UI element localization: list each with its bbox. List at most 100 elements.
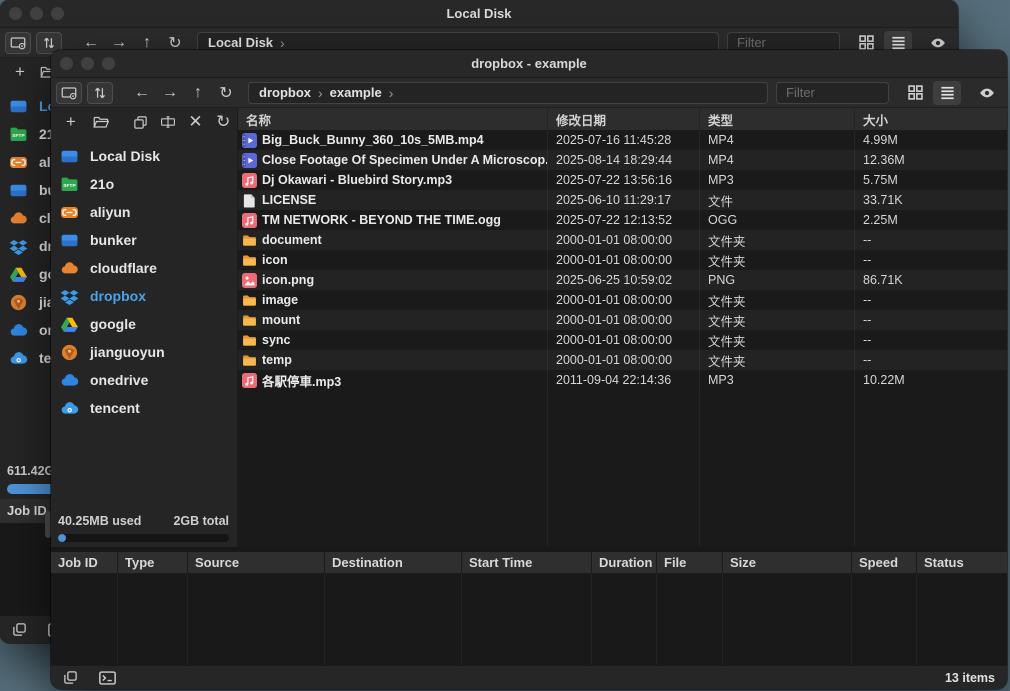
eye-icon	[978, 84, 996, 102]
file-modified-date: 2025-06-10 11:29:17	[548, 190, 700, 210]
job-column-header[interactable]: Type	[118, 552, 188, 573]
grid-view-button[interactable]	[901, 81, 929, 105]
sidebar-item-dropbox[interactable]: dropbox	[51, 282, 237, 310]
file-row[interactable]: Big_Buck_Bunny_360_10s_5MB.mp42025-07-16…	[238, 130, 1007, 150]
forward-button[interactable]: →	[156, 82, 184, 104]
sidebar: + ✕ ↻ Local DiskSFTP21oaliyunbunkercloud…	[51, 108, 238, 547]
onedrive-icon	[60, 371, 79, 390]
file-row[interactable]: Close Footage Of Specimen Under A Micros…	[238, 150, 1007, 170]
storage-info: 40.25MB used 2GB total	[51, 514, 237, 547]
file-row[interactable]: 各駅停車.mp32011-09-04 22:14:36MP310.22M	[238, 370, 1007, 390]
job-column-header[interactable]: Destination	[325, 552, 462, 573]
up-button[interactable]: ↑	[184, 82, 212, 104]
file-modified-date: 2025-07-16 11:45:28	[548, 130, 700, 150]
job-column-header[interactable]: Source	[188, 552, 325, 573]
refresh-button[interactable]: ↻	[212, 82, 240, 104]
job-column-header[interactable]: Job ID	[51, 552, 118, 573]
table-empty-column	[238, 390, 548, 547]
show-hidden-button[interactable]	[975, 81, 999, 105]
file-type: MP4	[700, 130, 855, 150]
mount-button[interactable]	[56, 82, 82, 104]
table-empty-column	[723, 574, 852, 666]
sidebar-item-cloudflare[interactable]: cloudflare	[51, 254, 237, 282]
column-header-size[interactable]: 大小	[855, 108, 1007, 130]
file-size: 2.25M	[855, 210, 1007, 230]
file-row[interactable]: sync2000-01-01 08:00:00文件夹--	[238, 330, 1007, 350]
breadcrumb-item[interactable]: example	[330, 85, 382, 100]
file-size: --	[855, 290, 1007, 310]
terminal-button[interactable]	[94, 668, 121, 688]
sidebar-item-aliyun[interactable]: aliyun	[51, 198, 237, 226]
windows-icon	[12, 622, 27, 637]
file-size: --	[855, 250, 1007, 270]
open-folder-button[interactable]	[87, 110, 115, 134]
breadcrumb[interactable]: dropbox›example›	[248, 82, 768, 104]
breadcrumb-item[interactable]: dropbox	[259, 85, 311, 100]
titlebar[interactable]: dropbox - example	[51, 50, 1007, 78]
back-icon: ←	[83, 34, 99, 52]
job-column-header[interactable]: Status	[917, 552, 1007, 573]
sort-button[interactable]	[87, 82, 113, 104]
mount-button[interactable]	[5, 32, 31, 54]
file-row[interactable]: Dj Okawari - Bluebird Story.mp32025-07-2…	[238, 170, 1007, 190]
column-header-name[interactable]: 名称	[238, 108, 548, 130]
list-view-button[interactable]	[933, 81, 961, 105]
minimize-window-button[interactable]	[30, 7, 43, 20]
column-header-type[interactable]: 类型	[700, 108, 855, 130]
window-dropbox-example[interactable]: dropbox - example ← → ↑ ↻ dropbox›exampl…	[51, 50, 1007, 689]
job-column-header[interactable]: File	[657, 552, 723, 573]
filter-input[interactable]	[776, 82, 889, 104]
sidebar-item-jianguoyun[interactable]: jianguoyun	[51, 338, 237, 366]
file-row[interactable]: document2000-01-01 08:00:00文件夹--	[238, 230, 1007, 250]
cloudflare-icon	[9, 209, 28, 228]
refresh-connections-button[interactable]: ↻	[209, 110, 237, 134]
file-table-empty-area	[238, 390, 1007, 547]
job-column-header[interactable]: Start Time	[462, 552, 592, 573]
sftp-icon: SFTP	[60, 175, 79, 194]
sidebar-item-21o[interactable]: SFTP21o	[51, 170, 237, 198]
folder-icon	[242, 293, 257, 308]
duplicate-window-button[interactable]	[57, 668, 84, 688]
sort-icon	[41, 35, 57, 51]
zoom-window-button[interactable]	[51, 7, 64, 20]
add-connection-button[interactable]: +	[6, 60, 34, 84]
close-window-button[interactable]	[9, 7, 22, 20]
file-row[interactable]: icon.png2025-06-25 10:59:02PNG86.71K	[238, 270, 1007, 290]
file-row[interactable]: LICENSE2025-06-10 11:29:17文件33.71K	[238, 190, 1007, 210]
file-row[interactable]: mount2000-01-01 08:00:00文件夹--	[238, 310, 1007, 330]
file-type: 文件	[700, 190, 855, 210]
table-empty-column	[51, 574, 118, 666]
file-row[interactable]: image2000-01-01 08:00:00文件夹--	[238, 290, 1007, 310]
job-column-header[interactable]: Duration	[592, 552, 657, 573]
table-empty-column	[592, 574, 657, 666]
file-row[interactable]: TM NETWORK - BEYOND THE TIME.ogg2025-07-…	[238, 210, 1007, 230]
rename-button[interactable]	[154, 110, 182, 134]
sidebar-item-google[interactable]: google	[51, 310, 237, 338]
file-row[interactable]: icon2000-01-01 08:00:00文件夹--	[238, 250, 1007, 270]
file-row[interactable]: temp2000-01-01 08:00:00文件夹--	[238, 350, 1007, 370]
job-column-header[interactable]: Size	[723, 552, 852, 573]
file-modified-date: 2000-01-01 08:00:00	[548, 330, 700, 350]
file-type: 文件夹	[700, 250, 855, 270]
copy-button[interactable]	[126, 110, 154, 134]
close-window-button[interactable]	[60, 57, 73, 70]
duplicate-window-button[interactable]	[6, 620, 33, 640]
table-empty-column	[462, 574, 592, 666]
sidebar-item-bunker[interactable]: bunker	[51, 226, 237, 254]
zoom-window-button[interactable]	[102, 57, 115, 70]
breadcrumb-item[interactable]: Local Disk	[208, 35, 273, 50]
storage-progress-bar	[58, 534, 229, 542]
file-size: 4.99M	[855, 130, 1007, 150]
minimize-window-button[interactable]	[81, 57, 94, 70]
job-column-header[interactable]: Speed	[852, 552, 917, 573]
sidebar-item-local-disk[interactable]: Local Disk	[51, 142, 237, 170]
sidebar-item-onedrive[interactable]: onedrive	[51, 366, 237, 394]
sidebar-item-tencent[interactable]: tencent	[51, 394, 237, 422]
add-connection-button[interactable]: +	[57, 110, 85, 134]
svg-text:SFTP: SFTP	[12, 133, 25, 139]
column-header-modified[interactable]: 修改日期	[548, 108, 700, 130]
titlebar[interactable]: Local Disk	[0, 0, 958, 28]
table-empty-column	[188, 574, 325, 666]
disconnect-button[interactable]: ✕	[182, 110, 210, 134]
back-button[interactable]: ←	[128, 82, 156, 104]
